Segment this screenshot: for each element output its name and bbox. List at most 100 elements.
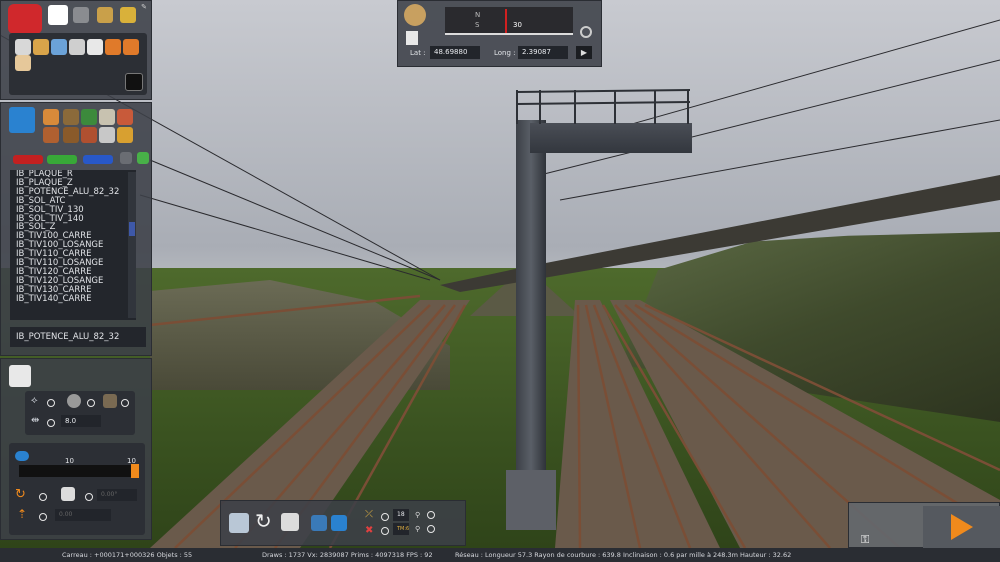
copy-icon[interactable] bbox=[87, 39, 103, 55]
slider-handle[interactable] bbox=[131, 464, 139, 478]
toolbox-icon[interactable] bbox=[8, 4, 42, 34]
trash-icon[interactable] bbox=[69, 39, 85, 55]
status-carreau: Carreau : +000171+000326 Objets : 55 bbox=[62, 551, 193, 559]
move-cross-icon[interactable] bbox=[229, 513, 249, 533]
compass-panel: N S 30 Lat : 48.69880 Long : 2.39087 ▶ bbox=[397, 0, 602, 67]
hand-icon[interactable] bbox=[33, 39, 49, 55]
dropper-icon[interactable] bbox=[125, 73, 143, 91]
snap-radio[interactable] bbox=[381, 527, 389, 535]
counter-field[interactable]: 18 bbox=[393, 509, 409, 521]
axis-radio[interactable] bbox=[381, 513, 389, 521]
scale-tool-icon[interactable] bbox=[281, 513, 299, 531]
go-arrow-icon[interactable]: ▶ bbox=[576, 46, 592, 59]
compass-rose-icon[interactable] bbox=[404, 4, 426, 26]
height-field[interactable]: 8.0 bbox=[61, 415, 101, 427]
signal-icon[interactable] bbox=[43, 127, 59, 143]
crate-icon[interactable] bbox=[63, 127, 79, 143]
transform-box: 10 10 ↻ 0.00° ⇡ 0.00 bbox=[9, 443, 145, 535]
height-icon: ⇹ bbox=[31, 415, 40, 426]
scroll-thumb[interactable] bbox=[129, 222, 135, 236]
move-icon bbox=[61, 487, 75, 501]
align-icon: ⟡ bbox=[31, 395, 38, 406]
snap-icon: ✖ bbox=[365, 525, 374, 536]
lat-field[interactable]: 48.69880 bbox=[430, 46, 480, 59]
home-icon[interactable] bbox=[48, 5, 68, 25]
top-tools-panel: ✎ bbox=[0, 0, 152, 100]
bench-icon[interactable] bbox=[81, 127, 97, 143]
tree-icon[interactable] bbox=[81, 109, 97, 125]
filter-green[interactable] bbox=[47, 155, 77, 164]
toggle-icon[interactable] bbox=[15, 451, 29, 461]
rails-icon[interactable] bbox=[73, 7, 89, 23]
rotate-icon: ↻ bbox=[15, 487, 26, 502]
home-view-icon[interactable] bbox=[331, 515, 347, 531]
gantry-base bbox=[506, 470, 556, 530]
screen-icon[interactable] bbox=[51, 39, 67, 55]
pin-icon[interactable]: ✎ bbox=[141, 3, 147, 11]
person-icon[interactable] bbox=[117, 109, 133, 125]
gear-icon[interactable] bbox=[67, 394, 81, 408]
brush-icon[interactable] bbox=[97, 7, 113, 23]
lock-radio[interactable] bbox=[427, 511, 435, 519]
rotate-tool-icon[interactable]: ↻ bbox=[255, 509, 272, 533]
camera-icon[interactable] bbox=[311, 515, 327, 531]
texture-icon[interactable] bbox=[103, 394, 117, 408]
map-icon[interactable] bbox=[406, 31, 418, 45]
properties-icon[interactable] bbox=[9, 365, 31, 387]
object-list[interactable]: IB_PLAQUE_R IB_PLAQUE_Z IB_POTENCE_ALU_8… bbox=[10, 170, 136, 320]
lock-icon: ⚲ bbox=[415, 511, 421, 519]
heading-gauge: N S 30 bbox=[445, 7, 573, 35]
gantry-railing bbox=[516, 89, 691, 124]
timer-field[interactable]: TM:6 bbox=[393, 523, 409, 535]
pin-radio[interactable] bbox=[427, 525, 435, 533]
filter-blue[interactable] bbox=[83, 155, 113, 164]
long-field[interactable]: 2.39087 bbox=[518, 46, 568, 59]
redo-icon[interactable] bbox=[123, 39, 139, 55]
pipe-icon[interactable] bbox=[99, 109, 115, 125]
axis-icon: ⤫ bbox=[365, 509, 373, 520]
slider-track[interactable] bbox=[19, 465, 139, 477]
list-item[interactable]: IB_TIV140_CARRE bbox=[16, 294, 136, 304]
gear-radio[interactable] bbox=[87, 399, 95, 407]
station-icon[interactable] bbox=[63, 109, 79, 125]
move-radio[interactable] bbox=[85, 493, 93, 501]
object-cube-icon[interactable] bbox=[9, 107, 35, 133]
texture-radio[interactable] bbox=[121, 399, 129, 407]
house-icon[interactable] bbox=[43, 109, 59, 125]
select-icon[interactable] bbox=[15, 39, 31, 55]
status-reseau: Réseau : Longueur 57.3 Rayon de courbure… bbox=[455, 551, 792, 559]
heading-value: 30 bbox=[513, 21, 522, 29]
properties-panel: ⟡ ⇹ 8.0 10 10 ↻ 0.00° ⇡ 0.00 bbox=[0, 358, 152, 540]
signal-gantry-mast[interactable] bbox=[516, 120, 546, 480]
heading-tick: S bbox=[475, 21, 480, 29]
list-scrollbar[interactable] bbox=[128, 172, 136, 318]
placement-box: ⟡ ⇹ 8.0 bbox=[25, 391, 135, 435]
edit-tools bbox=[9, 33, 147, 95]
align-radio[interactable] bbox=[47, 399, 55, 407]
offset-field[interactable]: 0.00 bbox=[55, 509, 111, 521]
undo-icon[interactable] bbox=[105, 39, 121, 55]
pin-small-icon: ⚲ bbox=[415, 525, 421, 533]
heading-needle bbox=[505, 9, 507, 33]
lamp-icon[interactable] bbox=[99, 127, 115, 143]
play-button[interactable] bbox=[923, 506, 1000, 548]
filter-red[interactable] bbox=[13, 155, 43, 164]
bottom-toolbar: ↻ ⤫ ✖ 18 TM:6 ⚲ ⚲ bbox=[220, 500, 466, 546]
play-icon bbox=[951, 514, 973, 540]
gps-icon[interactable] bbox=[580, 26, 592, 38]
tool-icon[interactable] bbox=[15, 55, 31, 71]
unlock-icon[interactable]: ⚿ bbox=[861, 533, 869, 547]
rotate-field[interactable]: 0.00° bbox=[97, 489, 137, 501]
heading-n: N bbox=[475, 11, 481, 19]
long-label: Long : bbox=[494, 49, 516, 57]
rotate-radio[interactable] bbox=[39, 493, 47, 501]
view-toggle-icon[interactable] bbox=[120, 152, 132, 164]
gantry-arm bbox=[530, 123, 692, 153]
train-icon[interactable] bbox=[120, 7, 136, 23]
height-radio[interactable] bbox=[47, 419, 55, 427]
person-height-icon: ⇡ bbox=[17, 507, 28, 521]
grid-icon[interactable] bbox=[137, 152, 149, 164]
selected-object: IB_POTENCE_ALU_82_32 bbox=[10, 327, 146, 347]
person-height-radio[interactable] bbox=[39, 513, 47, 521]
sign-icon[interactable] bbox=[117, 127, 133, 143]
